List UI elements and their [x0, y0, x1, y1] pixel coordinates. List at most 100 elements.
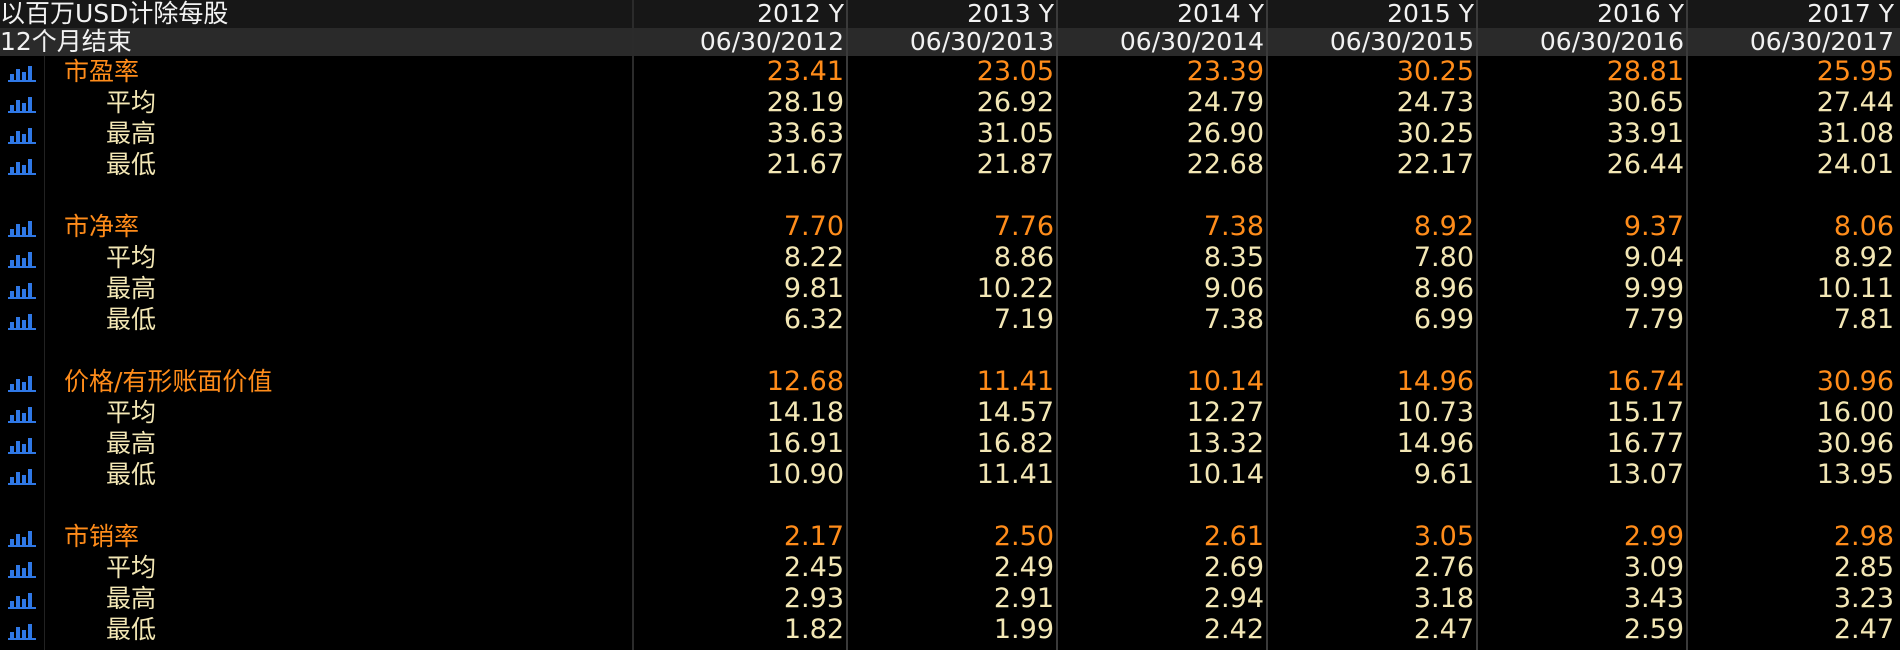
value-cell[interactable]: 31.05	[848, 118, 1054, 149]
value-cell[interactable]: 16.00	[1688, 397, 1894, 428]
metric-row[interactable]: 价格/有形账面价值 12.68 11.41 10.14 14.96 16.74 30.96	[0, 366, 1900, 397]
value-cell[interactable]: 7.76	[848, 211, 1054, 242]
value-cell[interactable]: 14.57	[848, 397, 1054, 428]
value-cell[interactable]: 2.99	[1478, 521, 1684, 552]
value-cell[interactable]: 7.70	[638, 211, 844, 242]
value-cell[interactable]: 2.85	[1688, 552, 1894, 583]
bar-chart-icon[interactable]	[8, 401, 36, 423]
bar-chart-icon[interactable]	[8, 215, 36, 237]
value-cell[interactable]: 2.91	[848, 583, 1054, 614]
value-cell[interactable]: 2.47	[1688, 614, 1894, 645]
value-cell[interactable]: 26.90	[1058, 118, 1264, 149]
value-cell[interactable]: 7.19	[848, 304, 1054, 335]
value-cell[interactable]: 33.63	[638, 118, 844, 149]
year-header[interactable]: 2016 Y	[1478, 0, 1684, 28]
metric-subrow[interactable]: 平均 8.22 8.86 8.35 7.80 9.04 8.92	[0, 242, 1900, 273]
value-cell[interactable]: 10.11	[1688, 273, 1894, 304]
value-cell[interactable]: 30.25	[1268, 118, 1474, 149]
year-header[interactable]: 2013 Y	[848, 0, 1054, 28]
value-cell[interactable]: 2.47	[1268, 614, 1474, 645]
value-cell[interactable]: 15.17	[1478, 397, 1684, 428]
value-cell[interactable]: 13.07	[1478, 459, 1684, 490]
bar-chart-icon[interactable]	[8, 587, 36, 609]
value-cell[interactable]: 1.99	[848, 614, 1054, 645]
value-cell[interactable]: 31.08	[1688, 118, 1894, 149]
value-cell[interactable]: 3.18	[1268, 583, 1474, 614]
metric-subrow[interactable]: 最高 9.81 10.22 9.06 8.96 9.99 10.11	[0, 273, 1900, 304]
value-cell[interactable]: 33.91	[1478, 118, 1684, 149]
value-cell[interactable]: 9.61	[1268, 459, 1474, 490]
year-header[interactable]: 2012 Y	[638, 0, 844, 28]
value-cell[interactable]: 28.81	[1478, 56, 1684, 87]
value-cell[interactable]: 8.96	[1268, 273, 1474, 304]
value-cell[interactable]: 7.38	[1058, 211, 1264, 242]
value-cell[interactable]: 28.19	[638, 87, 844, 118]
value-cell[interactable]: 12.27	[1058, 397, 1264, 428]
value-cell[interactable]: 7.79	[1478, 304, 1684, 335]
value-cell[interactable]: 16.82	[848, 428, 1054, 459]
value-cell[interactable]: 6.99	[1268, 304, 1474, 335]
metric-row[interactable]: 市盈率 23.41 23.05 23.39 30.25 28.81 25.95	[0, 56, 1900, 87]
value-cell[interactable]: 10.14	[1058, 459, 1264, 490]
metric-subrow[interactable]: 最低 21.67 21.87 22.68 22.17 26.44 24.01	[0, 149, 1900, 180]
value-cell[interactable]: 12.68	[638, 366, 844, 397]
value-cell[interactable]: 10.90	[638, 459, 844, 490]
value-cell[interactable]: 14.96	[1268, 428, 1474, 459]
bar-chart-icon[interactable]	[8, 122, 36, 144]
value-cell[interactable]: 8.06	[1688, 211, 1894, 242]
value-cell[interactable]: 2.93	[638, 583, 844, 614]
value-cell[interactable]: 10.14	[1058, 366, 1264, 397]
value-cell[interactable]: 16.77	[1478, 428, 1684, 459]
value-cell[interactable]: 11.41	[848, 366, 1054, 397]
value-cell[interactable]: 23.39	[1058, 56, 1264, 87]
metric-subrow[interactable]: 最低 6.32 7.19 7.38 6.99 7.79 7.81	[0, 304, 1900, 335]
value-cell[interactable]: 2.50	[848, 521, 1054, 552]
value-cell[interactable]: 3.05	[1268, 521, 1474, 552]
value-cell[interactable]: 30.96	[1688, 428, 1894, 459]
bar-chart-icon[interactable]	[8, 556, 36, 578]
value-cell[interactable]: 9.04	[1478, 242, 1684, 273]
value-cell[interactable]: 8.35	[1058, 242, 1264, 273]
value-cell[interactable]: 2.42	[1058, 614, 1264, 645]
value-cell[interactable]: 30.96	[1688, 366, 1894, 397]
year-header[interactable]: 2017 Y	[1688, 0, 1894, 28]
value-cell[interactable]: 21.67	[638, 149, 844, 180]
value-cell[interactable]: 2.76	[1268, 552, 1474, 583]
value-cell[interactable]: 13.95	[1688, 459, 1894, 490]
value-cell[interactable]: 2.69	[1058, 552, 1264, 583]
bar-chart-icon[interactable]	[8, 463, 36, 485]
metric-subrow[interactable]: 最低 1.82 1.99 2.42 2.47 2.59 2.47	[0, 614, 1900, 645]
value-cell[interactable]: 23.41	[638, 56, 844, 87]
value-cell[interactable]: 14.96	[1268, 366, 1474, 397]
value-cell[interactable]: 9.81	[638, 273, 844, 304]
value-cell[interactable]: 2.98	[1688, 521, 1894, 552]
value-cell[interactable]: 3.23	[1688, 583, 1894, 614]
bar-chart-icon[interactable]	[8, 432, 36, 454]
value-cell[interactable]: 3.09	[1478, 552, 1684, 583]
value-cell[interactable]: 8.92	[1268, 211, 1474, 242]
value-cell[interactable]: 1.82	[638, 614, 844, 645]
bar-chart-icon[interactable]	[8, 153, 36, 175]
value-cell[interactable]: 13.32	[1058, 428, 1264, 459]
value-cell[interactable]: 24.01	[1688, 149, 1894, 180]
metric-subrow[interactable]: 最低 10.90 11.41 10.14 9.61 13.07 13.95	[0, 459, 1900, 490]
value-cell[interactable]: 2.61	[1058, 521, 1264, 552]
value-cell[interactable]: 30.25	[1268, 56, 1474, 87]
bar-chart-icon[interactable]	[8, 60, 36, 82]
value-cell[interactable]: 3.43	[1478, 583, 1684, 614]
bar-chart-icon[interactable]	[8, 525, 36, 547]
bar-chart-icon[interactable]	[8, 618, 36, 640]
value-cell[interactable]: 11.41	[848, 459, 1054, 490]
value-cell[interactable]: 23.05	[848, 56, 1054, 87]
value-cell[interactable]: 25.95	[1688, 56, 1894, 87]
value-cell[interactable]: 2.59	[1478, 614, 1684, 645]
metric-subrow[interactable]: 最高 16.91 16.82 13.32 14.96 16.77 30.96	[0, 428, 1900, 459]
value-cell[interactable]: 24.73	[1268, 87, 1474, 118]
bar-chart-icon[interactable]	[8, 277, 36, 299]
year-header[interactable]: 2015 Y	[1268, 0, 1474, 28]
value-cell[interactable]: 7.81	[1688, 304, 1894, 335]
value-cell[interactable]: 21.87	[848, 149, 1054, 180]
value-cell[interactable]: 26.92	[848, 87, 1054, 118]
value-cell[interactable]: 9.37	[1478, 211, 1684, 242]
value-cell[interactable]: 2.45	[638, 552, 844, 583]
